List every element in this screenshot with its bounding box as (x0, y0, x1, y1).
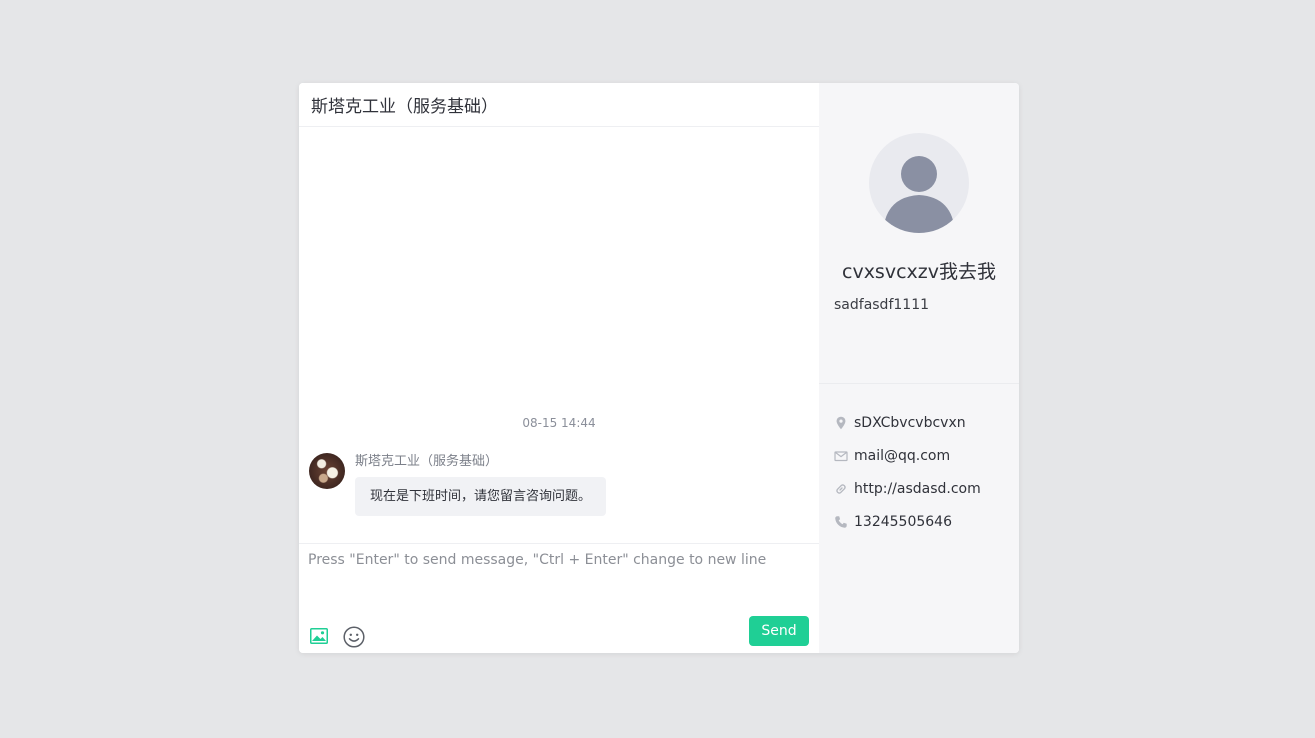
info-phone-text: 13245505646 (854, 514, 952, 530)
profile-panel: cvxsvcxzv我去我 sadfasdf1111 sDXCbvcvbcvxn … (819, 83, 1019, 653)
location-pin-icon (836, 416, 846, 430)
divider (819, 383, 1019, 384)
send-button[interactable]: Send (749, 616, 809, 646)
chat-title: 斯塔克工业（服务基础） (299, 83, 819, 127)
phone-icon (835, 516, 847, 528)
message-list[interactable]: 08-15 14:44 斯塔克工业（服务基础） 现在是下班时间，请您留言咨询问题… (299, 128, 819, 543)
user-placeholder-icon (883, 156, 955, 233)
info-phone: 13245505646 (834, 512, 981, 532)
mail-icon (834, 451, 848, 462)
composer: Send (299, 543, 819, 653)
profile-subtitle: sadfasdf1111 (834, 297, 930, 313)
profile-avatar (869, 133, 969, 233)
info-location-text: sDXCbvcvbcvxn (854, 415, 966, 431)
agent-avatar (309, 453, 345, 489)
message-sender: 斯塔克工业（服务基础） (355, 454, 499, 469)
chat-window: 斯塔克工业（服务基础） 08-15 14:44 斯塔克工业（服务基础） 现在是下… (299, 83, 1019, 653)
image-icon[interactable] (310, 628, 328, 644)
emoji-icon[interactable] (343, 626, 365, 648)
message-bubble: 现在是下班时间，请您留言咨询问题。 (355, 477, 607, 516)
message-timestamp: 08-15 14:44 (522, 416, 596, 430)
message-input[interactable] (308, 552, 808, 612)
message-item: 斯塔克工业（服务基础） 现在是下班时间，请您留言咨询问题。 (309, 453, 607, 516)
profile-name: cvxsvcxzv我去我 (842, 261, 996, 283)
link-icon (836, 484, 846, 494)
info-website-text[interactable]: http://asdasd.com (854, 481, 981, 497)
contact-info-list: sDXCbvcvbcvxn mail@qq.com http://asdasd.… (834, 413, 981, 545)
info-email-text[interactable]: mail@qq.com (854, 448, 950, 464)
info-email: mail@qq.com (834, 446, 981, 466)
info-website: http://asdasd.com (834, 479, 981, 499)
chat-panel: 斯塔克工业（服务基础） 08-15 14:44 斯塔克工业（服务基础） 现在是下… (299, 83, 819, 653)
info-location: sDXCbvcvbcvxn (834, 413, 981, 433)
